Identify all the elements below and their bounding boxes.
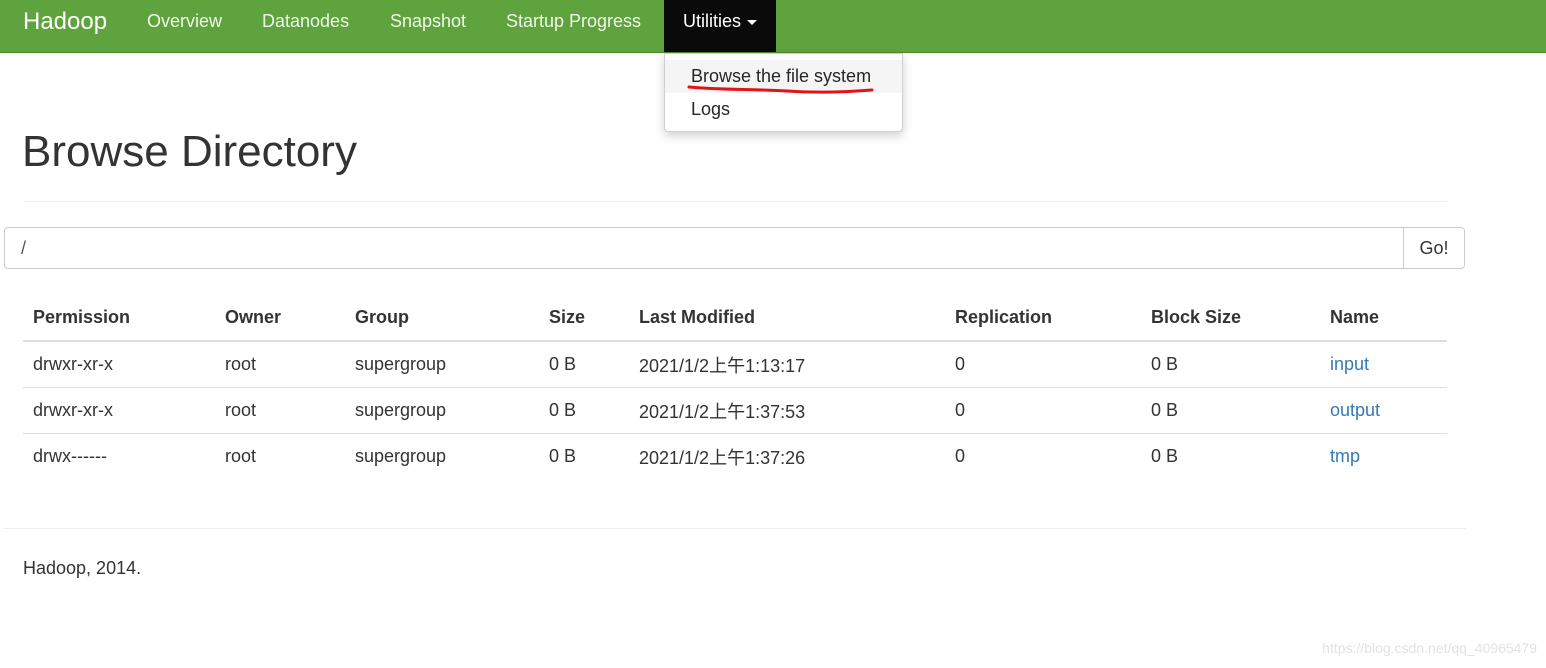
- cell-block-size: 0 B: [1141, 387, 1320, 434]
- column-header-block-size[interactable]: Block Size: [1141, 294, 1320, 342]
- cell-size: 0 B: [539, 341, 629, 388]
- footer-text: Hadoop, 2014.: [23, 558, 142, 578]
- cell-replication: 0: [945, 387, 1141, 434]
- cell-group: supergroup: [345, 387, 539, 434]
- table-header-row: Permission Owner Group Size Last Modifie…: [23, 294, 1447, 342]
- title-divider: [23, 201, 1447, 202]
- cell-owner: root: [225, 446, 257, 466]
- directory-link-tmp[interactable]: tmp: [1330, 446, 1360, 466]
- caret-down-icon: [747, 19, 758, 25]
- cell-permission: drwxr-xr-x: [23, 341, 215, 388]
- directory-path-input[interactable]: [4, 227, 1404, 269]
- nav-overview[interactable]: Overview: [147, 0, 222, 52]
- directory-listing-table: Permission Owner Group Size Last Modifie…: [23, 294, 1447, 479]
- watermark-text: https://blog.csdn.net/qq_40965479: [1322, 640, 1537, 656]
- cell-permission: drwxr-xr-x: [23, 387, 215, 434]
- nav-snapshot[interactable]: Snapshot: [390, 0, 466, 52]
- go-button[interactable]: Go!: [1403, 227, 1465, 269]
- column-header-owner[interactable]: Owner: [215, 294, 345, 342]
- cell-size: 0 B: [549, 446, 577, 466]
- footer-divider: [4, 528, 1466, 529]
- cell-permission: drwx------: [33, 446, 107, 466]
- nav-utilities[interactable]: Utilities: [664, 0, 777, 52]
- cell-owner: root: [215, 387, 345, 434]
- cell-block-size: 0 B: [1141, 341, 1320, 388]
- directory-link-output[interactable]: output: [1330, 400, 1380, 420]
- cell-last-modified: 2021/1/2上午1:37:53: [629, 387, 945, 434]
- table-row: drwxr-xr-x root supergroup 0 B 2021/1/2上…: [23, 387, 1447, 434]
- cell-size: 0 B: [539, 387, 629, 434]
- nav-datanodes[interactable]: Datanodes: [262, 0, 349, 52]
- nav-startup-progress[interactable]: Startup Progress: [506, 0, 641, 52]
- cell-last-modified: 2021/1/2上午1:13:17: [629, 341, 945, 388]
- brand-logo[interactable]: Hadoop: [23, 8, 107, 36]
- nav-utilities-label: Utilities: [683, 11, 742, 31]
- cell-group: supergroup: [355, 446, 447, 466]
- column-header-size[interactable]: Size: [539, 294, 629, 342]
- cell-name: output: [1320, 387, 1447, 434]
- cell-block-size: 0 B: [1151, 446, 1179, 466]
- cell-name: input: [1320, 341, 1447, 388]
- cell-last-modified: 2021/1/2上午1:37:26: [639, 447, 806, 468]
- red-underline-annotation: [687, 85, 874, 94]
- column-header-permission[interactable]: Permission: [23, 294, 215, 342]
- cell-replication: 0: [945, 341, 1141, 388]
- column-header-group[interactable]: Group: [345, 294, 539, 342]
- top-navbar: Hadoop Overview Datanodes Snapshot Start…: [0, 0, 1546, 53]
- table-row: drwxr-xr-x root supergroup 0 B 2021/1/2上…: [23, 341, 1447, 388]
- cell-name: tmp: [1320, 434, 1447, 480]
- directory-link-input[interactable]: input: [1330, 354, 1369, 374]
- column-header-last-modified[interactable]: Last Modified: [629, 294, 945, 342]
- table-row: drwx------ root supergroup 0 B 2021/1/2上…: [23, 434, 1447, 480]
- page-title: Browse Directory: [22, 127, 357, 176]
- cell-owner: root: [215, 341, 345, 388]
- column-header-replication[interactable]: Replication: [945, 294, 1141, 342]
- cell-group: supergroup: [345, 341, 539, 388]
- cell-replication: 0: [955, 446, 966, 466]
- column-header-name[interactable]: Name: [1320, 294, 1447, 342]
